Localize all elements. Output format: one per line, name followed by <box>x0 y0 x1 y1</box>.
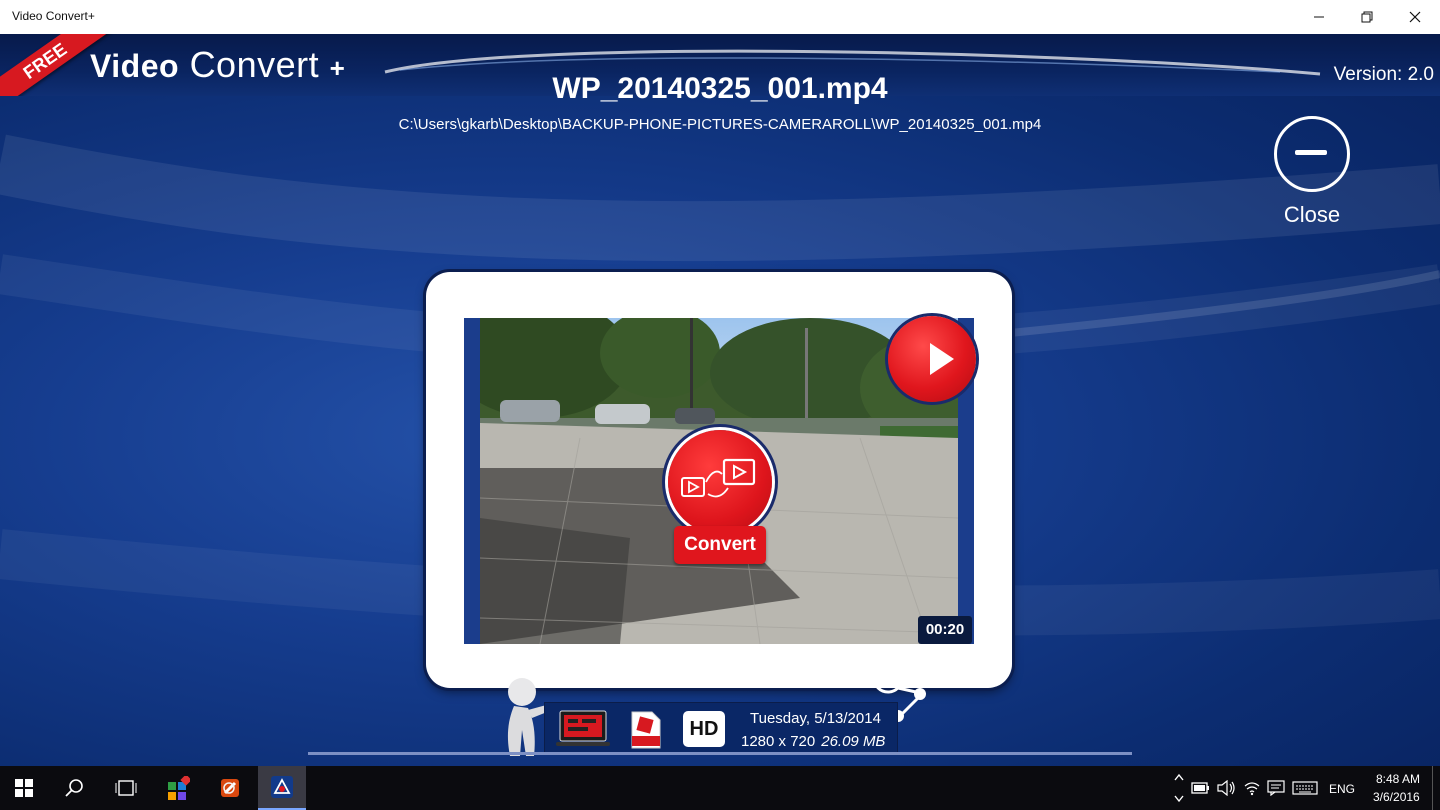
restore-icon <box>1361 11 1373 23</box>
input-language[interactable]: ENG <box>1329 782 1355 796</box>
close-icon <box>1409 11 1421 23</box>
file-date: Tuesday, 5/13/2014 <box>750 710 881 727</box>
play-icon <box>930 343 954 375</box>
windows-logo-icon <box>15 779 33 797</box>
battery-button[interactable] <box>1190 766 1212 810</box>
convert-button[interactable] <box>668 430 772 534</box>
clock-date[interactable]: 3/6/2016 <box>1373 790 1420 804</box>
window-title: Video Convert+ <box>12 9 95 23</box>
bottom-divider <box>308 752 1132 755</box>
network-button[interactable] <box>1240 766 1264 810</box>
notifications-button[interactable] <box>1264 766 1288 810</box>
mp4-file-icon <box>631 711 661 749</box>
close-button[interactable]: Close <box>1271 114 1353 230</box>
file-resolution-size: 1280 x 720 26.09 MB <box>741 733 885 750</box>
battery-icon <box>1191 782 1209 794</box>
store-app-icon <box>168 776 190 800</box>
file-path: C:\Users\gkarb\Desktop\BACKUP-PHONE-PICT… <box>398 116 1042 133</box>
video-convert-app-icon <box>271 776 293 798</box>
show-desktop-button[interactable] <box>1432 766 1433 810</box>
start-button[interactable] <box>0 766 48 810</box>
video-duration: 00:20 <box>918 616 972 644</box>
message-icon <box>1267 780 1285 796</box>
file-name: WP_20140325_001.mp4 <box>552 72 888 105</box>
window-close-button[interactable] <box>1392 0 1438 34</box>
keyboard-button[interactable] <box>1290 766 1320 810</box>
convert-label[interactable]: Convert <box>674 526 766 564</box>
tool-app-icon <box>221 779 239 797</box>
wifi-icon <box>1244 782 1260 796</box>
search-button[interactable] <box>50 766 98 810</box>
screen-icon <box>556 710 610 746</box>
close-label: Close <box>1283 202 1341 227</box>
chevron-up-icon <box>1174 773 1184 803</box>
tray-overflow-button[interactable] <box>1170 766 1188 810</box>
file-size: 26.09 MB <box>821 733 886 750</box>
keyboard-icon <box>1292 781 1318 795</box>
task-view-button[interactable] <box>102 766 150 810</box>
volume-button[interactable] <box>1214 766 1238 810</box>
taskbar-app-store[interactable] <box>154 766 202 810</box>
search-icon <box>65 779 83 797</box>
play-button[interactable] <box>888 316 976 402</box>
clock-time[interactable]: 8:48 AM <box>1376 772 1420 786</box>
minus-bar <box>1295 150 1327 155</box>
speaker-icon <box>1217 780 1235 796</box>
window-titlebar: Video Convert+ <box>0 0 1440 34</box>
minimize-button[interactable] <box>1296 0 1342 34</box>
taskbar-video-convert[interactable] <box>258 766 306 810</box>
task-view-icon <box>115 780 137 796</box>
restore-button[interactable] <box>1344 0 1390 34</box>
taskbar-app-tool[interactable] <box>206 766 254 810</box>
taskbar: ENG 8:48 AM 3/6/2016 <box>0 766 1440 810</box>
hd-badge: HD <box>683 711 725 747</box>
file-resolution: 1280 x 720 <box>741 733 816 750</box>
minimize-icon <box>1314 16 1324 18</box>
convert-icon <box>681 458 756 498</box>
